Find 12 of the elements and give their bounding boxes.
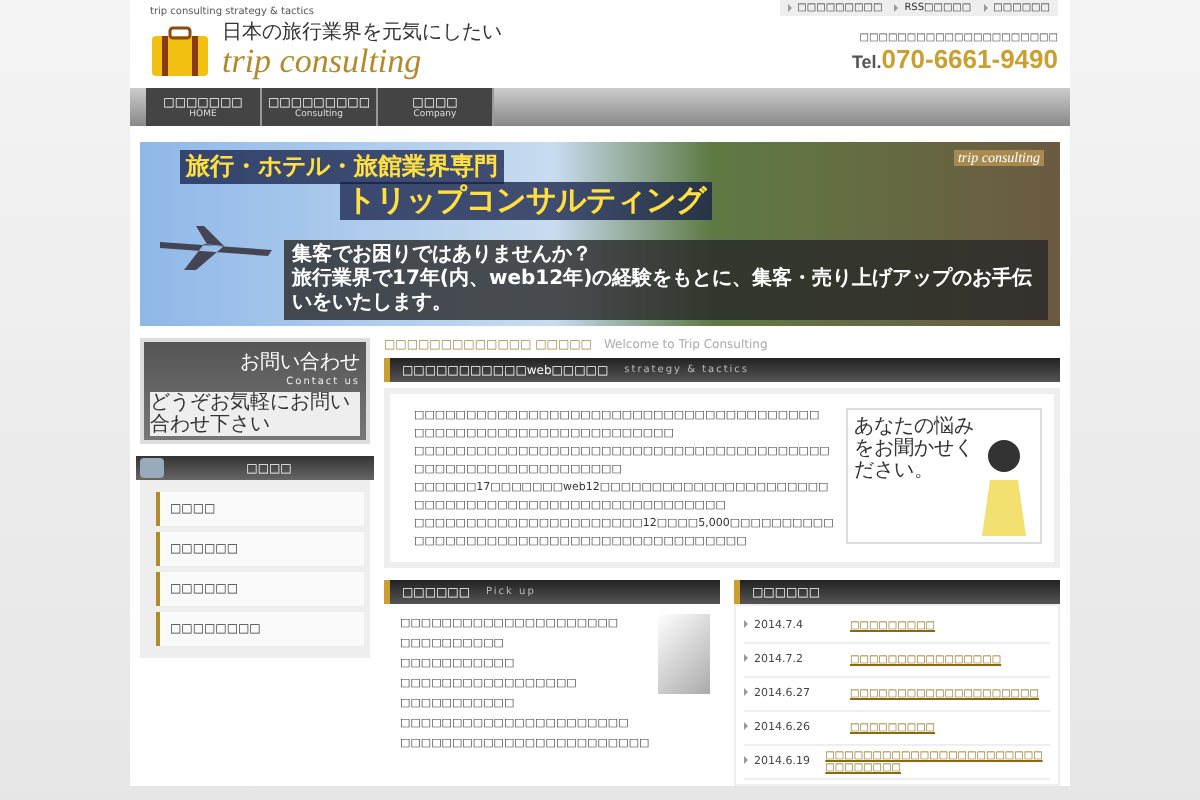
suitcase-icon — [150, 25, 210, 77]
banner-question: 集客でお困りではありませんか？ — [292, 244, 594, 267]
banner-title: 旅行・ホテル・旅館業界専門 — [180, 150, 504, 184]
logo-slogan: 日本の旅行業界を元気にしたい — [222, 22, 502, 44]
contact-note: どうぞお気軽にお問い合わせ下さい — [150, 392, 360, 436]
banner-message: 旅行業界で17年(内、web12年)の経験をもとに、集客・売り上げアップのお手伝いをいたします。 — [292, 268, 1035, 316]
banner-headline: トリップコンサルティング — [340, 182, 712, 220]
contact-title: お問い合わせ — [240, 350, 360, 376]
logo-name: trip consulting — [222, 44, 424, 80]
tel-label: Tel. — [851, 52, 882, 72]
illustration-caption: あなたの悩みをお聞かせください。 — [854, 416, 974, 482]
phone-number: 070-6661-9490 — [881, 44, 1058, 74]
